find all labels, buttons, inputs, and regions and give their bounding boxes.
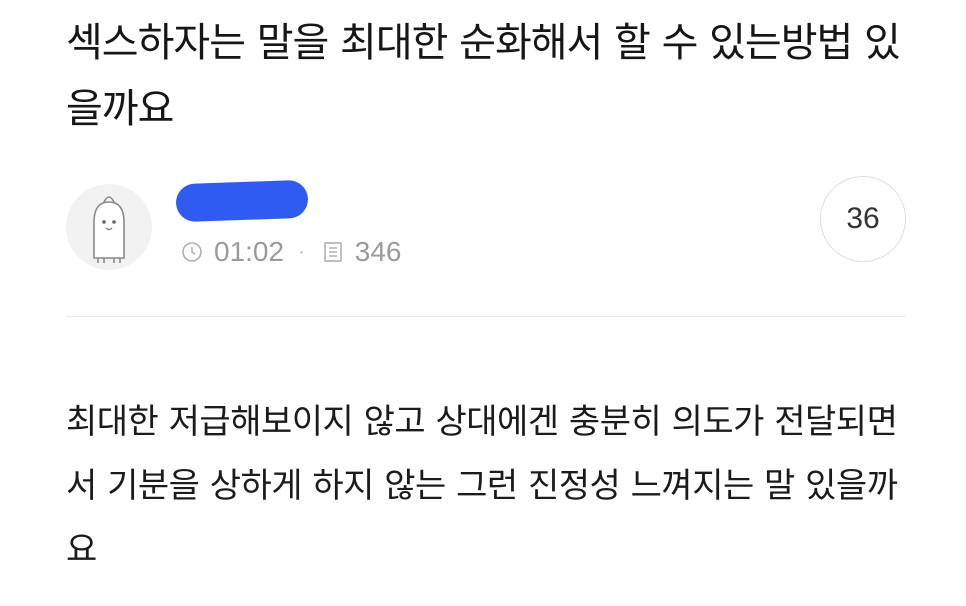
ghost-character-avatar-icon [93,196,125,263]
author-avatar[interactable] [66,184,152,270]
divider [66,316,906,317]
view-count: 346 [354,236,402,267]
post-time: 01:02 [214,236,285,267]
post-body: 최대한 저급해보이지 않고 상대에겐 충분히 의도가 전달되면서 기분을 상하게… [66,402,898,570]
post-meta: 01:02 · 346 [180,232,401,272]
meta-separator: · [298,240,305,263]
author-name-redacted[interactable] [175,179,309,223]
clock-icon [182,242,202,262]
post-title: 섹스하자는 말을 최대한 순화해서 할 수 있는방법 있을까요 [66,20,901,132]
author-info: 01:02 · 346 36 [66,176,906,276]
comment-count-button[interactable]: 36 [820,176,906,262]
document-icon [323,242,342,262]
